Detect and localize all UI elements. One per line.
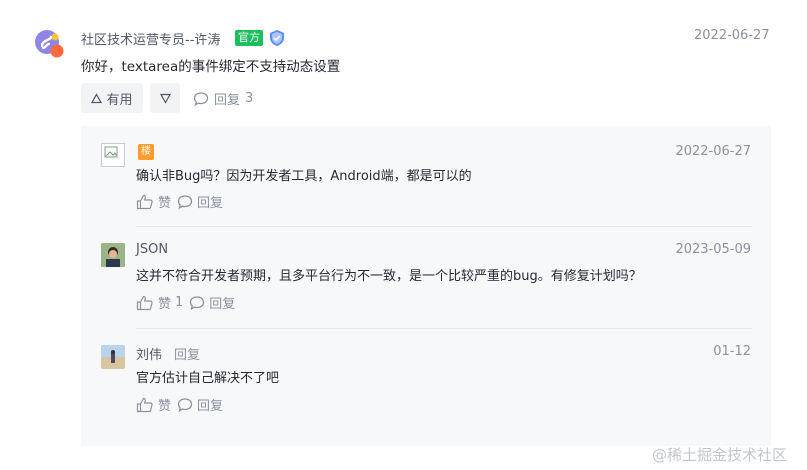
like-count: 1 — [175, 295, 184, 310]
official-badge: 官方 — [235, 30, 263, 46]
broken-avatar-image[interactable] — [101, 143, 125, 167]
avatar[interactable] — [101, 345, 125, 369]
reply-actions: 赞 回复 — [136, 192, 223, 211]
reply-button[interactable]: 回复 3 — [193, 89, 253, 108]
reply-count: 3 — [245, 91, 254, 106]
reply-button[interactable]: 回复 — [177, 192, 223, 211]
reply-text: 官方估计自己解决不了吧 — [136, 371, 280, 386]
comment-date: 2022-06-27 — [694, 28, 770, 43]
watermark: @稀土掘金技术社区 — [652, 446, 788, 464]
reply-author[interactable]: 刘伟 — [136, 344, 162, 363]
like-label: 赞 — [158, 399, 172, 414]
like-button[interactable]: 赞 — [136, 395, 171, 414]
reply-label: 回复 — [197, 399, 224, 414]
avatar[interactable] — [33, 28, 65, 60]
thumb-up-icon — [136, 295, 154, 311]
reply-date: 2022-06-27 — [675, 144, 751, 159]
comment-icon — [177, 397, 193, 413]
reply-label: 回复 — [197, 196, 224, 211]
thumb-down-icon — [159, 93, 171, 104]
like-button[interactable]: 赞 1 — [136, 293, 183, 312]
floor-badge: 楼 — [138, 144, 154, 160]
reply-author[interactable]: JSON — [136, 242, 168, 257]
like-label: 赞 — [158, 297, 172, 312]
divider — [136, 226, 752, 227]
author-name[interactable]: 社区技术运营专员--许涛 — [81, 29, 220, 48]
reply-date: 2023-05-09 — [675, 242, 751, 257]
reply-text: 确认非Bug吗？因为开发者工具，Android端，都是可以的 — [136, 169, 472, 184]
reply-label: 回复 — [214, 93, 241, 108]
reply-button[interactable]: 回复 — [189, 293, 235, 312]
reply-label: 回复 — [209, 297, 236, 312]
comment-icon — [177, 194, 193, 210]
reply-date: 01-12 — [713, 344, 751, 359]
avatar[interactable] — [101, 243, 125, 267]
comment-text: 你好，textarea的事件绑定不支持动态设置 — [81, 59, 341, 75]
reply-actions: 赞 回复 — [136, 395, 223, 414]
reply-tag: 回复 — [174, 348, 201, 363]
not-useful-button[interactable] — [150, 83, 180, 113]
comment-icon — [193, 91, 209, 107]
thumb-up-icon — [136, 194, 154, 210]
shield-icon — [268, 29, 286, 47]
reply-button[interactable]: 回复 — [177, 395, 223, 414]
useful-label: 有用 — [106, 92, 133, 108]
thumb-up-icon — [136, 397, 154, 413]
reply-text: 这并不符合开发者预期，且多平台行为不一致，是一个比较严重的bug。有修复计划吗？ — [136, 269, 642, 284]
useful-button[interactable]: 有用 — [81, 83, 143, 113]
like-label: 赞 — [158, 196, 172, 211]
comment-icon — [189, 295, 205, 311]
reply-actions: 赞 1 回复 — [136, 293, 235, 312]
thumb-up-icon — [91, 92, 103, 104]
divider — [136, 328, 752, 329]
like-button[interactable]: 赞 — [136, 192, 171, 211]
